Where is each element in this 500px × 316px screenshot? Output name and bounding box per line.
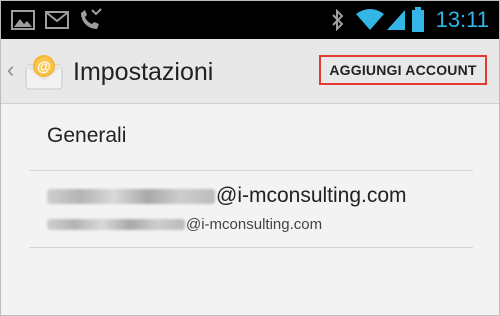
- wifi-icon: [356, 9, 384, 30]
- page-title: Impostazioni: [73, 58, 214, 86]
- account-email-domain: @i-mconsulting.com: [216, 184, 407, 207]
- status-time: 13:11: [435, 7, 489, 32]
- battery-icon: [412, 7, 424, 32]
- missed-call-icon: [81, 8, 102, 29]
- screen-frame: 13:11 ‹ @ Impostazioni AGGIUNGI ACCOUNT …: [0, 0, 500, 316]
- general-settings-label: Generali: [47, 124, 127, 147]
- svg-text:@: @: [37, 58, 51, 74]
- picture-icon: [11, 10, 35, 30]
- up-navigation-icon[interactable]: ‹: [7, 59, 14, 81]
- action-bar: ‹ @ Impostazioni AGGIUNGI ACCOUNT: [1, 39, 499, 104]
- list-item-account[interactable]: @i-mconsulting.com @i-mconsulting.com: [1, 171, 499, 247]
- status-bar: 13:11: [1, 1, 499, 39]
- bluetooth-icon: [332, 9, 344, 31]
- account-address: @i-mconsulting.com: [47, 216, 322, 233]
- account-email: @i-mconsulting.com: [47, 184, 407, 208]
- redacted-username: [47, 219, 185, 230]
- redacted-username: [47, 188, 215, 204]
- list-item-general-settings[interactable]: Generali: [1, 104, 499, 170]
- add-account-button[interactable]: AGGIUNGI ACCOUNT: [319, 55, 487, 85]
- account-address-domain: @i-mconsulting.com: [186, 216, 323, 233]
- gmail-icon: [45, 11, 69, 29]
- list-divider: [29, 247, 473, 248]
- email-app-icon[interactable]: @: [23, 53, 65, 91]
- signal-icon: [387, 10, 405, 30]
